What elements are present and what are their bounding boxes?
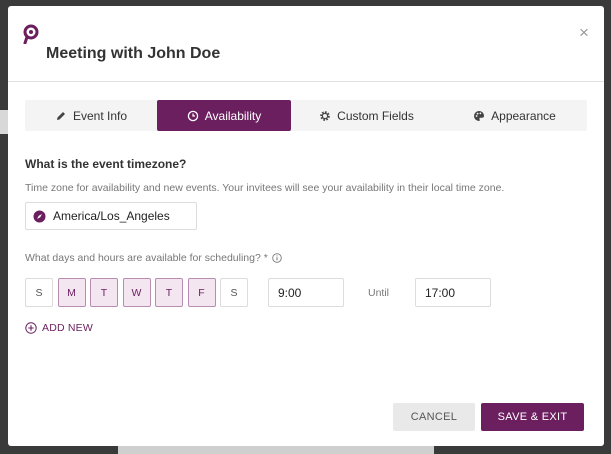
until-label: Until <box>368 287 390 299</box>
day-toggle-wednesday[interactable]: W <box>122 278 151 307</box>
start-time-input[interactable]: 9:00 <box>268 278 344 307</box>
timezone-help-text: Time zone for availability and new event… <box>25 182 505 194</box>
schedule-question: What days and hours are available for sc… <box>25 252 282 264</box>
tab-label: Custom Fields <box>337 108 414 123</box>
gear-icon <box>320 110 330 121</box>
clock-icon <box>187 110 198 121</box>
day-toggle-tuesday[interactable]: T <box>90 278 118 307</box>
close-icon[interactable]: × <box>577 24 591 41</box>
schedule-question-text: What days and hours are available for sc… <box>25 252 268 264</box>
pencil-icon <box>56 111 65 120</box>
day-toggle-monday[interactable]: M <box>57 278 86 307</box>
timezone-value: America/Los_Angeles <box>53 209 170 223</box>
info-icon[interactable] <box>272 253 282 263</box>
weekday-selector: S M T W T F S <box>25 278 253 307</box>
backdrop-strip <box>118 446 434 454</box>
tab-custom-fields[interactable]: Custom Fields <box>291 100 442 131</box>
compass-icon <box>33 210 46 222</box>
save-and-exit-button[interactable]: SAVE & EXIT <box>481 403 584 431</box>
tab-bar: Event Info Availability Custom Fields Ap… <box>25 100 587 131</box>
backdrop-strip <box>0 110 8 134</box>
add-new-button[interactable]: ADD NEW <box>25 322 93 334</box>
tab-availability[interactable]: Availability <box>157 100 291 131</box>
plus-circle-icon <box>25 322 37 334</box>
day-toggle-thursday[interactable]: T <box>155 278 183 307</box>
cancel-button[interactable]: CANCEL <box>393 403 475 431</box>
event-settings-modal: Meeting with John Doe × Event Info Avail… <box>8 6 604 446</box>
timezone-select[interactable]: America/Los_Angeles <box>25 202 197 230</box>
palette-icon <box>474 110 485 121</box>
tab-label: Event Info <box>72 108 128 123</box>
modal-header: Meeting with John Doe × <box>8 6 604 82</box>
day-toggle-friday[interactable]: F <box>187 278 216 307</box>
modal-title: Meeting with John Doe <box>46 45 221 62</box>
timezone-question: What is the event timezone? <box>25 157 187 171</box>
end-time-input[interactable]: 17:00 <box>415 278 491 307</box>
tab-label: Appearance <box>491 108 556 123</box>
tab-event-info[interactable]: Event Info <box>25 100 157 131</box>
day-toggle-sunday[interactable]: S <box>25 278 53 307</box>
tab-label: Availability <box>204 108 262 123</box>
brand-logo-icon <box>23 24 39 44</box>
add-new-label: ADD NEW <box>42 322 93 334</box>
tab-appearance[interactable]: Appearance <box>442 100 587 131</box>
day-toggle-saturday[interactable]: S <box>220 278 248 307</box>
